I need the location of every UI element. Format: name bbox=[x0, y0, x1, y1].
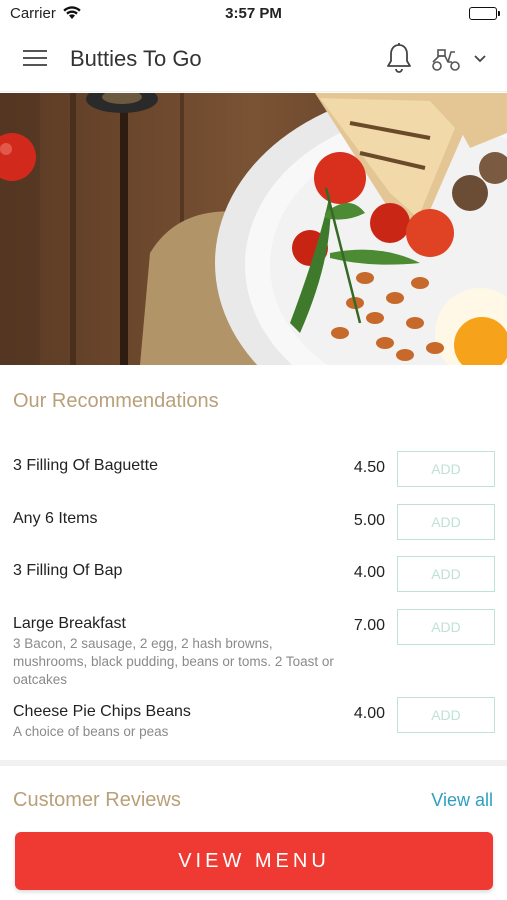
app-header: Butties To Go bbox=[0, 28, 507, 92]
item-price: 7.00 bbox=[353, 617, 385, 634]
list-item: Cheese Pie Chips Beans A choice of beans… bbox=[13, 697, 495, 741]
list-item: Any 6 Items 5.00 ADD bbox=[13, 504, 495, 540]
item-price: 4.00 bbox=[353, 564, 385, 581]
add-button[interactable]: ADD bbox=[397, 504, 495, 540]
page-title: Butties To Go bbox=[70, 46, 202, 71]
list-item: 3 Filling Of Bap 4.00 ADD bbox=[13, 556, 495, 592]
chevron-down-icon[interactable] bbox=[472, 52, 488, 64]
item-price: 5.00 bbox=[353, 512, 385, 529]
battery-icon bbox=[469, 7, 500, 20]
add-button[interactable]: ADD bbox=[397, 451, 495, 487]
section-divider bbox=[0, 760, 507, 766]
view-all-link[interactable]: View all bbox=[431, 790, 493, 811]
reviews-title: Customer Reviews bbox=[13, 789, 181, 811]
view-menu-button[interactable]: VIEW MENU bbox=[15, 832, 493, 890]
list-item: Large Breakfast 3 Bacon, 2 sausage, 2 eg… bbox=[13, 609, 495, 689]
notification-bell-icon[interactable] bbox=[384, 42, 414, 74]
hamburger-menu-icon[interactable] bbox=[23, 50, 47, 68]
item-price: 4.50 bbox=[353, 459, 385, 476]
hero-image bbox=[0, 93, 507, 365]
clock: 3:57 PM bbox=[225, 5, 282, 22]
delivery-scooter-icon[interactable] bbox=[430, 46, 462, 72]
item-description: A choice of beans or peas bbox=[13, 724, 169, 739]
add-button[interactable]: ADD bbox=[397, 556, 495, 592]
item-description: 3 Bacon, 2 sausage, 2 egg, 2 hash browns… bbox=[13, 636, 334, 687]
item-price: 4.00 bbox=[353, 705, 385, 722]
list-item: 3 Filling Of Baguette 4.50 ADD bbox=[13, 451, 495, 487]
status-bar: Carrier 3:57 PM bbox=[0, 0, 507, 28]
add-button[interactable]: ADD bbox=[397, 609, 495, 645]
add-button[interactable]: ADD bbox=[397, 697, 495, 733]
recommendations-title: Our Recommendations bbox=[13, 390, 219, 412]
